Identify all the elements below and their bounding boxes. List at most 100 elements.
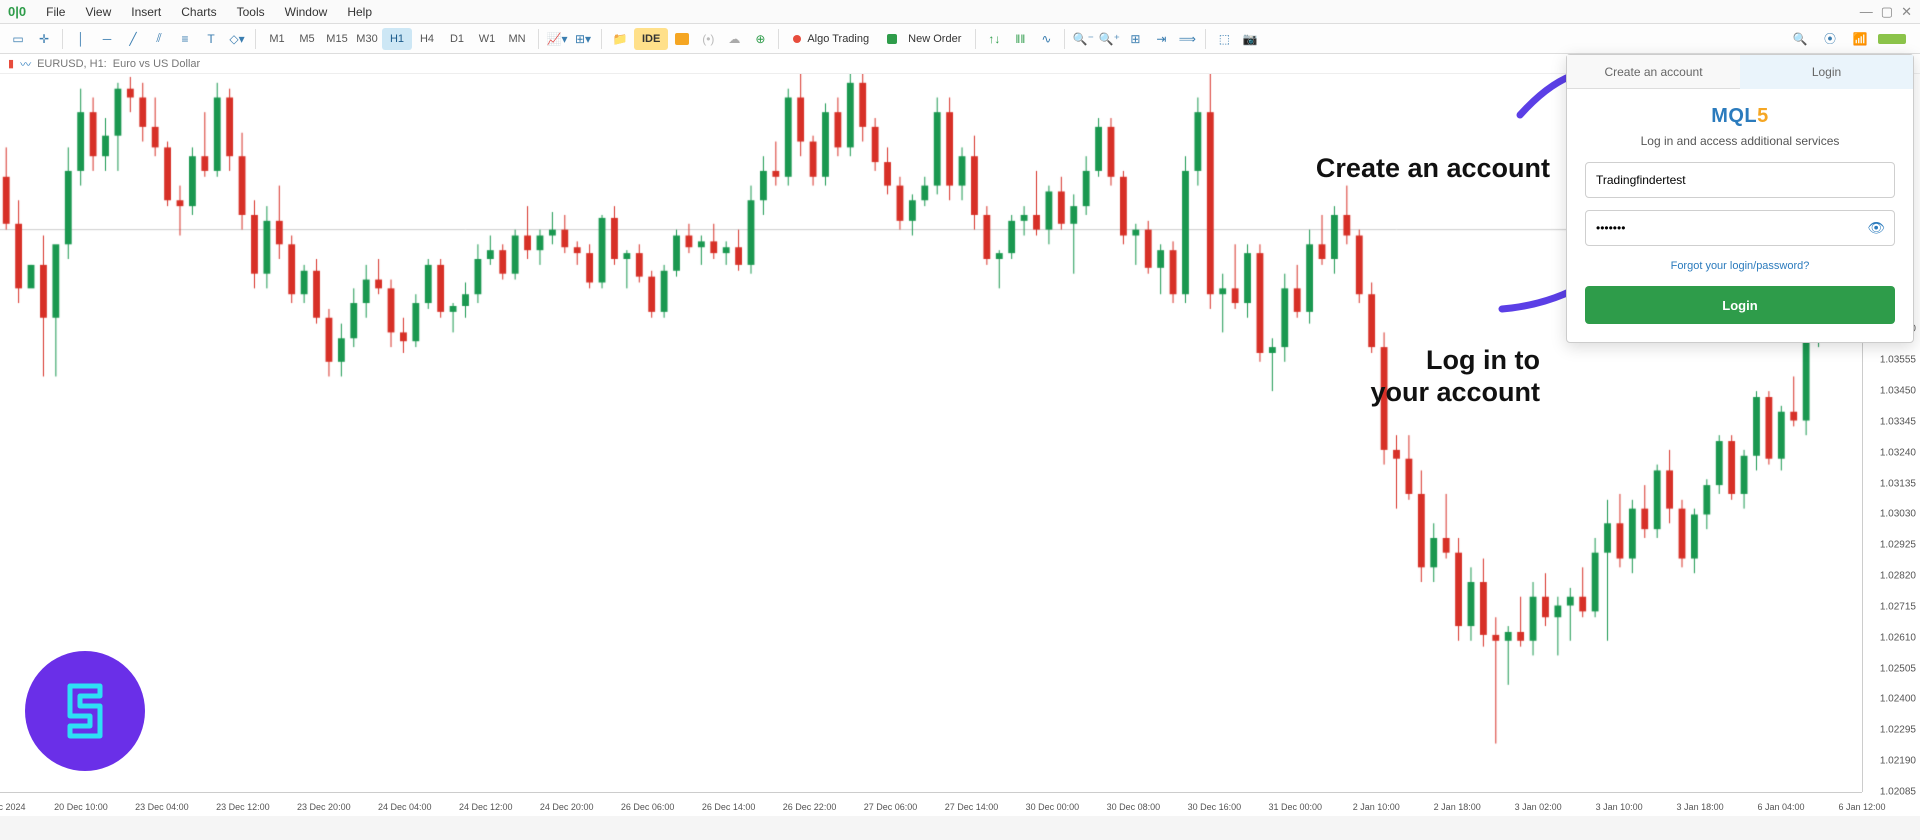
sort-asc-icon[interactable]: ↑↓	[982, 27, 1006, 51]
menu-charts[interactable]: Charts	[171, 5, 226, 19]
tab-login[interactable]: Login	[1740, 55, 1913, 89]
timeframe-d1[interactable]: D1	[442, 28, 472, 50]
shapes-icon[interactable]: ◇▾	[225, 27, 249, 51]
password-field[interactable]	[1585, 210, 1895, 246]
timeframe-m30[interactable]: M30	[352, 28, 382, 50]
x-tick: 2 Jan 18:00	[1434, 802, 1481, 812]
menu-file[interactable]: File	[36, 5, 75, 19]
timeframe-m1[interactable]: M1	[262, 28, 292, 50]
shift-icon[interactable]: ⇥	[1149, 27, 1173, 51]
y-tick: 1.03135	[1880, 478, 1916, 489]
menubar: 0|0 FileViewInsertChartsToolsWindowHelp …	[0, 0, 1920, 24]
y-tick: 1.02820	[1880, 571, 1916, 582]
annotation-login: Log in to your account	[1370, 344, 1540, 409]
x-tick: 6 Jan 04:00	[1758, 802, 1805, 812]
timeframe-h4[interactable]: H4	[412, 28, 442, 50]
x-axis: 20 Dec 2024 20 Dec 10:00 23 Dec 04:00 23 De…	[0, 792, 1862, 816]
x-tick: 3 Jan 18:00	[1677, 802, 1724, 812]
minimize-icon[interactable]: —	[1860, 4, 1873, 20]
y-tick: 1.02400	[1880, 694, 1916, 705]
forgot-password-link[interactable]: Forgot your login/password?	[1585, 260, 1895, 272]
timeframe-m5[interactable]: M5	[292, 28, 322, 50]
candlestick-icon: ▮	[8, 57, 14, 70]
chart-desc: Euro vs US Dollar	[113, 58, 200, 70]
x-tick: 31 Dec 00:00	[1269, 802, 1323, 812]
y-tick: 1.02190	[1880, 756, 1916, 767]
grid-icon[interactable]: ⊞	[1123, 27, 1147, 51]
search-icon[interactable]: 🔍	[1788, 27, 1812, 51]
tab-create-account[interactable]: Create an account	[1567, 55, 1740, 89]
menu-view[interactable]: View	[75, 5, 121, 19]
rec-icon[interactable]: (•)	[696, 27, 720, 51]
x-tick: 27 Dec 06:00	[864, 802, 918, 812]
camera-icon[interactable]: 📷	[1238, 27, 1262, 51]
y-tick: 1.03345	[1880, 416, 1916, 427]
x-tick: 26 Dec 14:00	[702, 802, 756, 812]
horizontal-line-icon[interactable]: ─	[95, 27, 119, 51]
login-button[interactable]: Login	[1585, 286, 1895, 324]
timeframe-mn[interactable]: MN	[502, 28, 532, 50]
new-order-button[interactable]: New Order	[879, 28, 969, 50]
window-controls: — ▢ ✕	[1860, 4, 1912, 20]
y-tick: 1.02925	[1880, 540, 1916, 551]
username-field[interactable]	[1585, 162, 1895, 198]
market-icon[interactable]	[670, 27, 694, 51]
autoscroll-icon[interactable]: ⟹	[1175, 27, 1199, 51]
connection-bar	[1878, 34, 1906, 44]
wave-icon[interactable]: ∿	[1034, 27, 1058, 51]
timeframe-m15[interactable]: M15	[322, 28, 352, 50]
cursor-icon[interactable]: ▭	[6, 27, 30, 51]
menu-insert[interactable]: Insert	[121, 5, 171, 19]
y-tick: 1.03555	[1880, 355, 1916, 366]
folder-icon[interactable]: 📁	[608, 27, 632, 51]
crosshair-icon[interactable]: ✛	[32, 27, 56, 51]
brand-badge	[25, 651, 145, 771]
x-tick: 23 Dec 12:00	[216, 802, 270, 812]
x-tick: 26 Dec 22:00	[783, 802, 837, 812]
x-tick: 23 Dec 04:00	[135, 802, 189, 812]
user-icon[interactable]: ⦿	[1818, 27, 1842, 51]
algo-trading-button[interactable]: Algo Trading	[785, 28, 877, 50]
x-tick: 3 Jan 02:00	[1515, 802, 1562, 812]
chart-symbol: EURUSD, H1:	[37, 58, 107, 70]
channel-icon[interactable]: ⫽	[147, 27, 171, 51]
timeframe-w1[interactable]: W1	[472, 28, 502, 50]
brand-logo-icon	[50, 676, 120, 746]
menu-tools[interactable]: Tools	[227, 5, 275, 19]
show-password-icon[interactable]: 👁	[1867, 220, 1885, 237]
close-icon[interactable]: ✕	[1901, 4, 1912, 20]
x-tick: 20 Dec 2024	[0, 802, 26, 812]
menu-help[interactable]: Help	[337, 5, 382, 19]
x-tick: 20 Dec 10:00	[54, 802, 108, 812]
zoom-in-icon[interactable]: 🔍⁺	[1097, 27, 1121, 51]
mql5-logo: MQL5	[1585, 105, 1895, 128]
x-tick: 24 Dec 12:00	[459, 802, 513, 812]
maximize-icon[interactable]: ▢	[1881, 4, 1893, 20]
y-tick: 1.02085	[1880, 787, 1916, 798]
login-panel: Create an account Login MQL5 Log in and …	[1566, 54, 1914, 343]
menu-window[interactable]: Window	[275, 5, 338, 19]
zoom-out-icon[interactable]: 🔍⁻	[1071, 27, 1095, 51]
toolbar: ▭ ✛ │ ─ ╱ ⫽ ≡ T ◇▾ M1M5M15M30H1H4D1W1MN …	[0, 24, 1920, 54]
chart-line-icon[interactable]: 📈▾	[545, 27, 569, 51]
select-icon[interactable]: ⬚	[1212, 27, 1236, 51]
y-tick: 1.02295	[1880, 725, 1916, 736]
trendline-icon[interactable]: ╱	[121, 27, 145, 51]
fib-icon[interactable]: ≡	[173, 27, 197, 51]
x-tick: 23 Dec 20:00	[297, 802, 351, 812]
timeframe-h1[interactable]: H1	[382, 28, 412, 50]
cloud-icon[interactable]: ☁	[722, 27, 746, 51]
ide-button[interactable]: IDE	[634, 28, 668, 50]
globe-icon[interactable]: ⊕	[748, 27, 772, 51]
signal-icon[interactable]: 📶	[1848, 27, 1872, 51]
bars-icon[interactable]: ‖‖	[1008, 27, 1032, 51]
x-tick: 2 Jan 10:00	[1353, 802, 1400, 812]
text-icon[interactable]: T	[199, 27, 223, 51]
login-subtitle: Log in and access additional services	[1585, 134, 1895, 148]
x-tick: 30 Dec 16:00	[1188, 802, 1242, 812]
vertical-line-icon[interactable]: │	[69, 27, 93, 51]
chart-style-icon[interactable]: ⊞▾	[571, 27, 595, 51]
x-tick: 30 Dec 00:00	[1026, 802, 1080, 812]
x-tick: 6 Jan 12:00	[1838, 802, 1885, 812]
x-tick: 24 Dec 04:00	[378, 802, 432, 812]
